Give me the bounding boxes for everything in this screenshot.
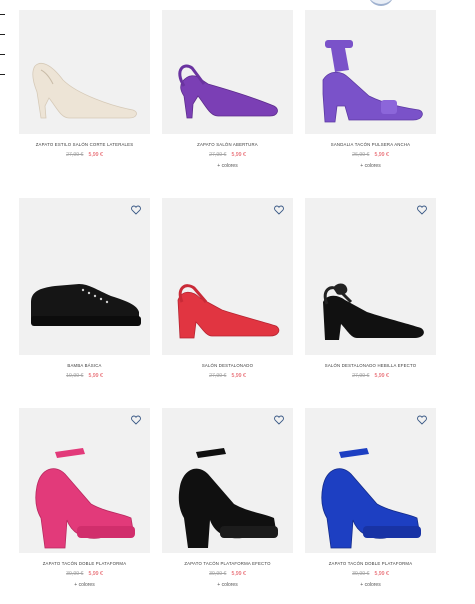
beige-pump-icon — [32, 63, 137, 119]
sale-price: 5,99 € — [231, 571, 246, 577]
sale-price: 5,99 € — [374, 571, 389, 577]
product-prices: 27,99 € 5,99 € — [305, 373, 436, 380]
product-card[interactable]: SALÓN DESTALONADO 27,99 € 5,99 € — [162, 198, 293, 380]
old-price: 27,99 € — [209, 373, 227, 379]
product-image[interactable] — [162, 198, 293, 355]
more-colors-link[interactable]: + colores — [305, 582, 436, 589]
product-prices: 39,99 € 5,99 € — [305, 571, 436, 578]
sale-price: 5,99 € — [231, 373, 246, 379]
old-price: 39,99 € — [209, 571, 227, 577]
product-image[interactable] — [162, 10, 293, 134]
old-price: 27,99 € — [66, 152, 84, 158]
product-image[interactable] — [19, 198, 150, 355]
product-prices: 27,99 € 5,99 € — [162, 152, 293, 159]
black-slingback-icon — [323, 283, 424, 340]
old-price: 26,99 € — [352, 152, 370, 158]
product-card[interactable]: ZAPATO TACÓN DOBLE PLATAFORMA 39,99 € 5,9… — [305, 408, 436, 589]
product-prices: 27,99 € 5,99 € — [19, 152, 150, 159]
sale-price: 5,99 € — [231, 152, 246, 158]
black-platform-icon — [178, 448, 278, 548]
product-prices: 39,99 € 5,99 € — [19, 571, 150, 578]
product-card[interactable]: ZAPATO ESTILO SALÓN CORTE LATERALES 27,9… — [19, 10, 150, 170]
product-card[interactable]: ZAPATO SALÓN ABERTURA 27,99 € 5,99 € + co… — [162, 10, 293, 170]
product-name[interactable]: ZAPATO TACÓN DOBLE PLATAFORMA — [305, 561, 436, 567]
product-image[interactable] — [305, 10, 436, 134]
product-image[interactable] — [305, 408, 436, 553]
sale-price: 5,99 € — [88, 152, 103, 158]
product-name[interactable]: ZAPATO SALÓN ABERTURA — [162, 142, 293, 148]
product-name[interactable]: ZAPATO ESTILO SALÓN CORTE LATERALES — [19, 142, 150, 148]
product-card[interactable]: ZAPATO TACÓN PLATAFORMA EFECTO 39,99 € 5,… — [162, 408, 293, 589]
product-card[interactable]: SALÓN DESTALONADO HEBILLA EFECTO 27,99 €… — [305, 198, 436, 380]
old-price: 39,99 € — [66, 571, 84, 577]
product-grid: ZAPATO ESTILO SALÓN CORTE LATERALES 27,9… — [0, 0, 475, 604]
product-name[interactable]: SANDALIA TACÓN PULSERA ANCHA — [305, 142, 436, 148]
product-image[interactable] — [162, 408, 293, 553]
more-colors-link[interactable]: + colores — [19, 582, 150, 589]
product-prices: 19,99 € 5,99 € — [19, 373, 150, 380]
purple-sandal-icon — [322, 40, 423, 123]
old-price: 19,99 € — [66, 373, 84, 379]
product-image[interactable] — [19, 408, 150, 553]
old-price: 39,99 € — [352, 571, 370, 577]
product-card[interactable]: SANDALIA TACÓN PULSERA ANCHA 26,99 € 5,99… — [305, 10, 436, 170]
product-name[interactable]: SALÓN DESTALONADO HEBILLA EFECTO — [305, 363, 436, 369]
sale-price: 5,99 € — [374, 152, 389, 158]
sale-price: 5,99 € — [88, 571, 103, 577]
more-colors-link[interactable]: + colores — [162, 582, 293, 589]
product-name[interactable]: SALÓN DESTALONADO — [162, 363, 293, 369]
old-price: 27,99 € — [352, 373, 370, 379]
product-prices: 27,99 € 5,99 € — [162, 373, 293, 380]
product-card[interactable]: BAMBA BÁSICA 19,99 € 5,99 € — [19, 198, 150, 380]
product-name[interactable]: ZAPATO TACÓN PLATAFORMA EFECTO — [162, 561, 293, 567]
product-image[interactable] — [305, 198, 436, 355]
pink-platform-icon — [35, 448, 135, 549]
purple-slingback-icon — [178, 64, 278, 119]
black-sneaker-icon — [31, 284, 141, 326]
more-colors-link[interactable]: + colores — [305, 163, 436, 170]
product-prices: 39,99 € 5,99 € — [162, 571, 293, 578]
product-card[interactable]: ZAPATO TACÓN DOBLE PLATAFORMA 39,99 € 5,9… — [19, 408, 150, 589]
sale-price: 5,99 € — [374, 373, 389, 379]
product-name[interactable]: ZAPATO TACÓN DOBLE PLATAFORMA — [19, 561, 150, 567]
product-name[interactable]: BAMBA BÁSICA — [19, 363, 150, 369]
blue-platform-icon — [321, 448, 421, 549]
more-colors-link[interactable] — [19, 163, 150, 170]
product-image[interactable] — [19, 10, 150, 134]
more-colors-link[interactable]: + colores — [162, 163, 293, 170]
sale-price: 5,99 € — [88, 373, 103, 379]
red-slingback-icon — [177, 284, 280, 339]
product-prices: 26,99 € 5,99 € — [305, 152, 436, 159]
old-price: 27,99 € — [209, 152, 227, 158]
